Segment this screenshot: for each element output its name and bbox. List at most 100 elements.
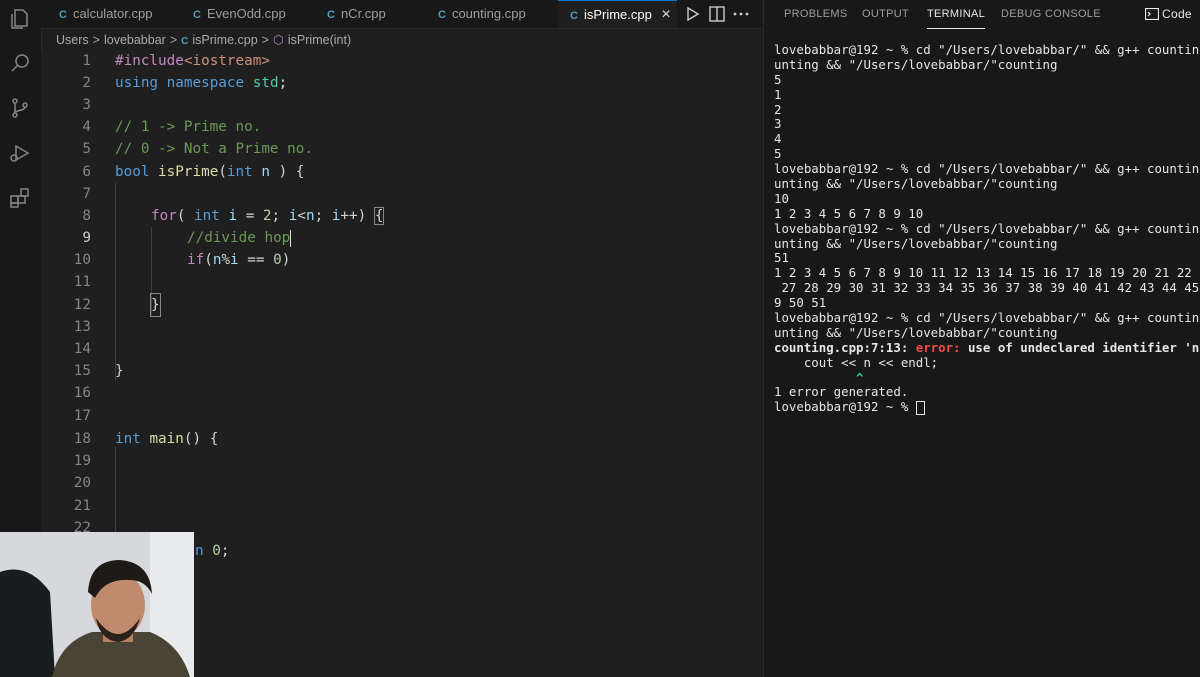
- close-icon[interactable]: ×: [657, 1, 675, 29]
- cpp-file-icon: C: [327, 9, 335, 21]
- tab-label: EvenOdd.cpp: [206, 6, 286, 21]
- code-token: <: [297, 208, 306, 224]
- tab-evenodd[interactable]: C EvenOdd.cpp: [193, 0, 286, 28]
- breadcrumb: Users > lovebabbar > CisPrime.cpp > ⬡ isPrime(i…: [41, 29, 762, 51]
- code-token: int: [226, 164, 253, 180]
- cpp-file-icon: C: [193, 9, 201, 21]
- code-token: int: [194, 208, 220, 224]
- code-token: <iostream>: [183, 53, 270, 69]
- code-line: 20: [41, 472, 762, 494]
- breadcrumb-separator: >: [169, 33, 178, 47]
- matching-bracket: }: [150, 293, 161, 317]
- line-number: 10: [73, 252, 91, 268]
- code-token: ==: [238, 252, 274, 268]
- code-token: #include: [115, 53, 184, 69]
- extensions-icon[interactable]: [8, 186, 32, 210]
- terminal-profile-label: Code: [1162, 7, 1192, 21]
- line-number: 11: [73, 274, 91, 290]
- breadcrumb-folder[interactable]: lovebabbar: [104, 33, 166, 47]
- terminal-line: 1: [774, 87, 782, 102]
- line-number: 4: [82, 119, 91, 135]
- terminal-line: unting && "/Users/lovebabbar/"counting: [774, 57, 1058, 72]
- terminal-line: 5: [774, 147, 782, 162]
- explorer-icon[interactable]: [8, 7, 32, 31]
- code-line: 18 int main() {: [41, 428, 762, 450]
- terminal-line: 27 28 29 30 31 32 33 34 35 36 37 38 39 4…: [774, 281, 1200, 296]
- tab-calculator[interactable]: Ccalculator.cpp: [59, 0, 152, 28]
- matching-bracket: {: [373, 207, 385, 225]
- editor-tab-bar: Ccalculator.cpp C EvenOdd.cpp CnCr.cpp Cc…: [41, 0, 762, 29]
- breadcrumb-symbol[interactable]: isPrime(int): [288, 33, 351, 47]
- split-editor-icon[interactable]: [707, 4, 727, 24]
- terminal-icon: [1144, 7, 1160, 21]
- line-number: 9: [82, 230, 91, 246]
- tab-terminal[interactable]: TERMINAL: [927, 0, 986, 29]
- run-debug-icon[interactable]: [8, 141, 32, 165]
- code-token: std: [252, 75, 279, 91]
- code-line: 8 for( int i = 2; i<n; i++) {: [41, 205, 762, 227]
- line-number: 3: [82, 97, 91, 113]
- code-line: 15}: [41, 360, 762, 382]
- terminal-error-line: counting.cpp:7:13: error: use of undecla…: [774, 341, 1200, 356]
- code-token: (: [218, 164, 227, 180]
- breadcrumb-users[interactable]: Users: [56, 33, 89, 47]
- line-number: 17: [73, 408, 91, 424]
- breadcrumb-separator: >: [92, 33, 100, 47]
- error-location: counting.cpp:7:13:: [774, 340, 909, 355]
- code-line: 1 #include<iostream>: [41, 50, 762, 72]
- tab-counting[interactable]: Ccounting.cpp: [438, 0, 526, 28]
- code-token: 0: [273, 252, 282, 268]
- code-token: %: [221, 252, 231, 268]
- code-line: 14: [41, 338, 762, 360]
- terminal-line: unting && "/Users/lovebabbar/"counting: [774, 325, 1058, 340]
- error-tag: error:: [915, 340, 961, 355]
- more-actions-icon[interactable]: [731, 4, 751, 24]
- code-comment: // 1 -> Prime no.: [115, 119, 262, 135]
- tab-debug-console[interactable]: DEBUG CONSOLE: [1001, 0, 1101, 28]
- webcam-overlay: [0, 532, 194, 677]
- code-line: 10 if(n%i == 0): [41, 249, 762, 271]
- terminal-line: unting && "/Users/lovebabbar/"counting: [774, 177, 1058, 192]
- line-number: 21: [73, 498, 91, 514]
- code-token: i: [230, 252, 239, 268]
- presenter-video: [0, 532, 194, 677]
- code-token: ;: [314, 208, 332, 224]
- terminal-cursor: [915, 400, 925, 415]
- source-control-icon[interactable]: [8, 96, 32, 120]
- line-number: 8: [82, 208, 91, 224]
- terminal-line: lovebabbar@192 ~ % cd "/Users/lovebabbar…: [774, 43, 1200, 57]
- line-number: 16: [73, 385, 91, 401]
- code-line: 6 bool isPrime(int n ) {: [41, 161, 762, 183]
- tab-ncr[interactable]: CnCr.cpp: [327, 0, 386, 28]
- code-line: 4 // 1 -> Prime no.: [41, 116, 762, 138]
- breadcrumb-separator: >: [261, 33, 269, 47]
- tab-isprime[interactable]: CisPrime.cpp ×: [558, 0, 677, 28]
- code-comment: // 0 -> Not a Prime no.: [115, 141, 313, 157]
- run-icon[interactable]: [682, 4, 702, 24]
- code-token: 2: [262, 208, 272, 224]
- terminal-line: lovebabbar@192 ~ % cd "/Users/lovebabbar…: [774, 162, 1200, 177]
- terminal-line: 3: [774, 117, 782, 132]
- search-icon[interactable]: [8, 51, 32, 75]
- code-token: isPrime: [158, 164, 219, 180]
- line-number: 13: [73, 319, 91, 335]
- terminal-profile-button[interactable]: Code: [1144, 0, 1192, 28]
- terminal-output[interactable]: lovebabbar@192 ~ % cd "/Users/lovebabbar…: [774, 43, 1200, 415]
- code-token: (: [204, 252, 213, 268]
- code-line: 19: [41, 450, 762, 472]
- function-symbol-icon: ⬡: [272, 33, 284, 47]
- tab-label: calculator.cpp: [72, 6, 153, 21]
- cpp-file-icon: C: [438, 9, 446, 21]
- tab-output[interactable]: OUTPUT: [862, 0, 909, 28]
- cpp-file-icon: C: [181, 36, 189, 47]
- tab-problems[interactable]: PROBLEMS: [784, 0, 848, 28]
- line-number: 14: [73, 341, 91, 357]
- code-token: if: [187, 252, 205, 268]
- code-token: ;: [278, 75, 288, 91]
- line-number: 12: [73, 297, 91, 313]
- code-token: int: [115, 431, 141, 447]
- breadcrumb-file[interactable]: isPrime.cpp: [192, 33, 257, 47]
- tab-label: isPrime.cpp: [583, 7, 652, 22]
- terminal-line: 1 error generated.: [774, 385, 909, 400]
- code-token: namespace: [166, 75, 245, 91]
